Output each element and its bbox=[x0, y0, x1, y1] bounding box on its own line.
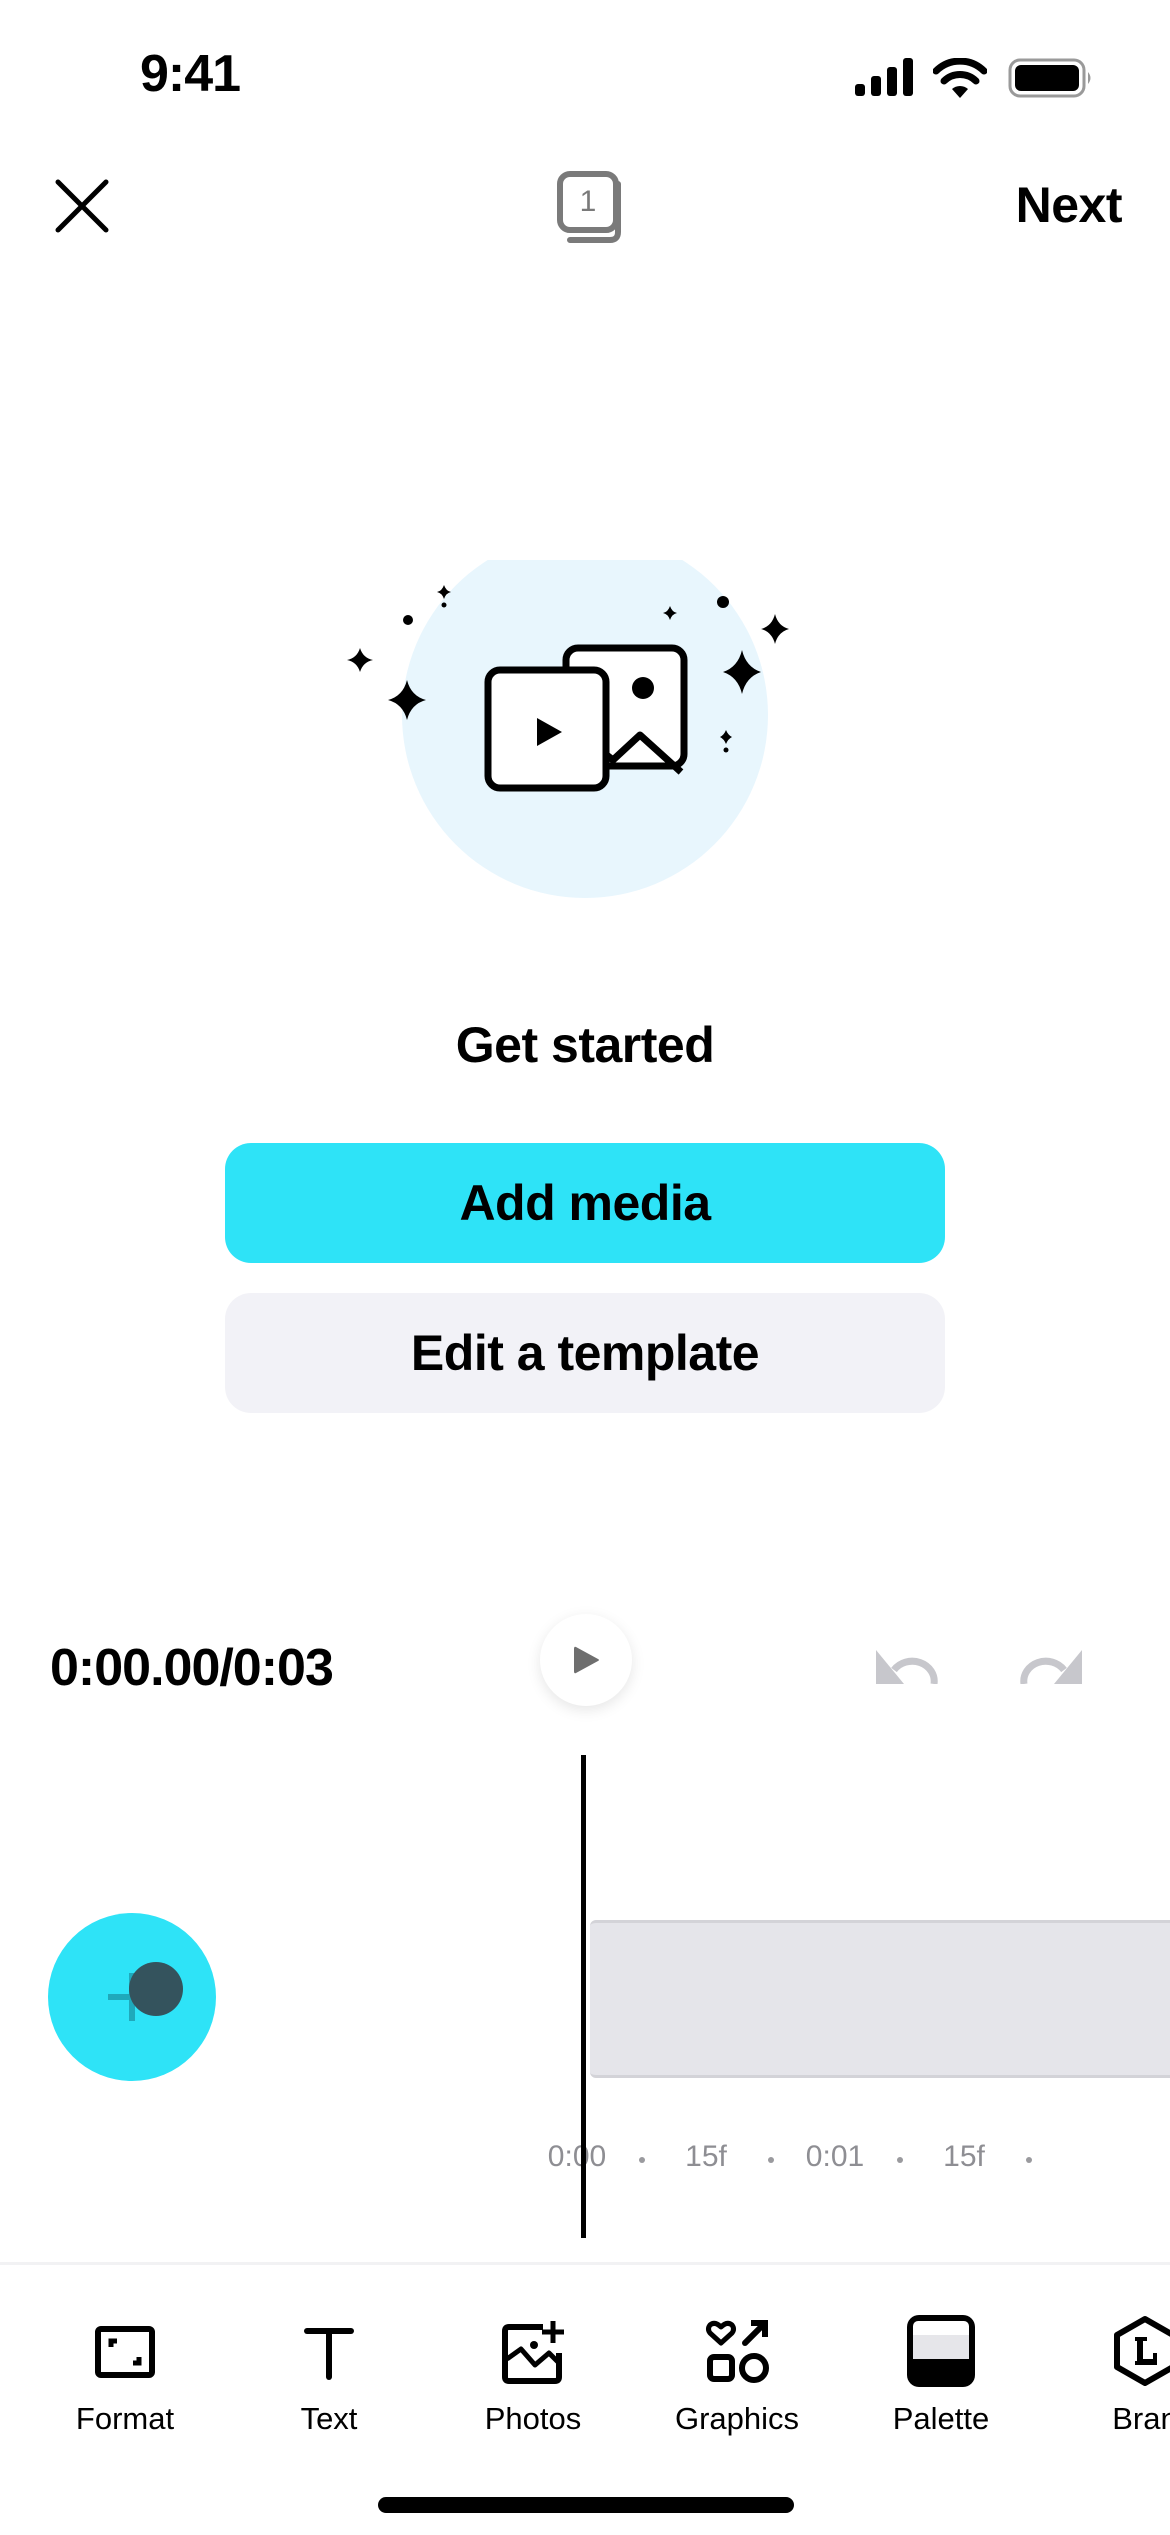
toolbar-label: Palette bbox=[892, 2401, 990, 2436]
close-icon bbox=[55, 179, 109, 233]
ruler-dot bbox=[767, 2157, 774, 2163]
graphics-icon bbox=[706, 2320, 769, 2383]
timeline-clip-track[interactable] bbox=[590, 1920, 1170, 2078]
toolbar-item-palette[interactable]: Palette bbox=[846, 2315, 1036, 2455]
toolbar-item-text[interactable]: Text bbox=[234, 2315, 424, 2455]
palette-icon bbox=[907, 2315, 975, 2387]
undo-icon bbox=[876, 1650, 938, 1684]
redo-icon bbox=[1020, 1650, 1082, 1684]
cellular-signal-icon bbox=[855, 58, 913, 96]
playhead[interactable] bbox=[581, 1755, 586, 2238]
toolbar-label: Text bbox=[300, 2401, 358, 2436]
toolbar-item-graphics[interactable]: Graphics bbox=[642, 2315, 832, 2455]
undo-button[interactable] bbox=[874, 1644, 940, 1684]
edit-template-button[interactable]: Edit a template bbox=[225, 1293, 945, 1413]
add-photo-icon bbox=[502, 2321, 564, 2384]
bottom-toolbar: Format Text Photos Graphics Palette Bran bbox=[0, 2262, 1170, 2535]
ruler-dot bbox=[638, 2157, 645, 2163]
ruler-label: 0:00 bbox=[547, 2140, 607, 2173]
ruler-dot bbox=[1025, 2157, 1032, 2163]
toolbar-label: Photos bbox=[484, 2401, 582, 2436]
home-indicator[interactable] bbox=[378, 2497, 794, 2513]
ruler-label: 0:01 bbox=[805, 2140, 865, 2173]
status-time: 9:41 bbox=[140, 45, 241, 103]
toolbar-label: Bran bbox=[1112, 2401, 1170, 2436]
add-media-button[interactable]: Add media bbox=[225, 1143, 945, 1263]
toolbar-label: Format bbox=[75, 2401, 175, 2436]
next-button[interactable]: Next bbox=[1016, 176, 1123, 234]
brand-icon bbox=[1114, 2316, 1170, 2386]
wifi-icon bbox=[933, 58, 987, 98]
media-sparkles-illustration bbox=[347, 560, 789, 898]
ruler-label: 15f bbox=[943, 2140, 985, 2173]
empty-state-title: Get started bbox=[455, 1017, 715, 1073]
page-count: 1 bbox=[579, 185, 597, 218]
play-icon bbox=[574, 1646, 599, 1674]
battery-icon bbox=[1008, 58, 1091, 98]
toolbar-label: Graphics bbox=[674, 2401, 800, 2436]
timecode: 0:00.00/0:03 bbox=[50, 1639, 334, 1697]
toolbar-item-brand[interactable]: Bran bbox=[1050, 2315, 1170, 2455]
format-icon bbox=[95, 2326, 155, 2378]
close-button[interactable] bbox=[44, 168, 120, 244]
ruler-dot bbox=[896, 2157, 903, 2163]
toolbar-item-photos[interactable]: Photos bbox=[438, 2315, 628, 2455]
ruler-label: 15f bbox=[685, 2140, 727, 2173]
touch-indicator bbox=[129, 1962, 183, 2016]
toolbar-item-format[interactable]: Format bbox=[30, 2315, 220, 2455]
redo-button[interactable] bbox=[1018, 1644, 1084, 1684]
play-button[interactable] bbox=[540, 1614, 632, 1706]
text-icon bbox=[304, 2328, 354, 2380]
pages-button[interactable]: 1 bbox=[548, 162, 630, 246]
